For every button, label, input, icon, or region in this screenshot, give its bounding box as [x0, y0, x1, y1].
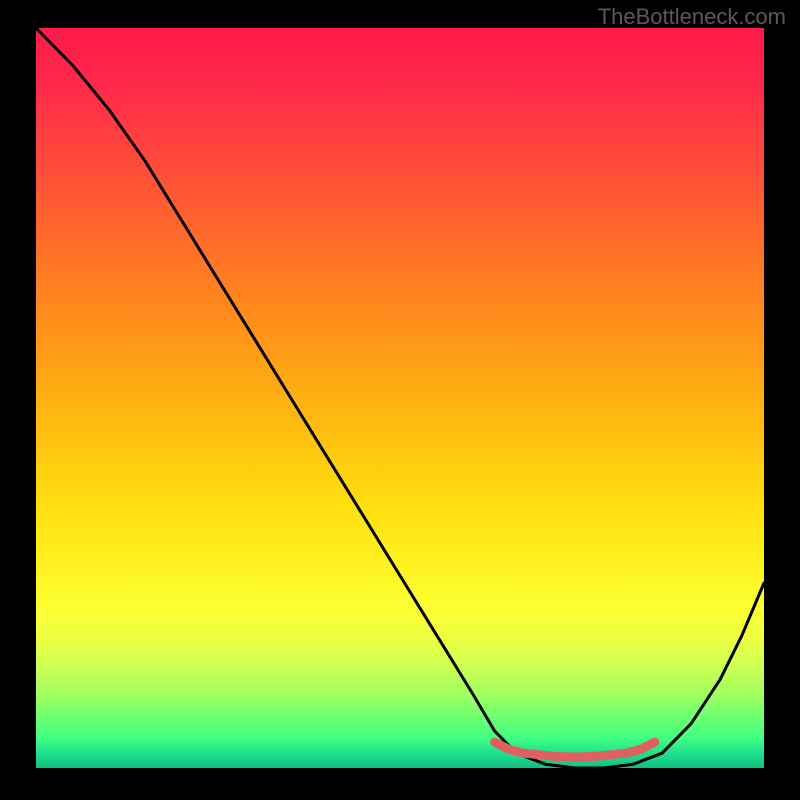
red-flat-segment: [495, 742, 655, 757]
chart-svg: [36, 28, 764, 768]
watermark-text: TheBottleneck.com: [598, 4, 786, 30]
plot-area: [36, 28, 764, 768]
black-curve: [36, 28, 764, 768]
